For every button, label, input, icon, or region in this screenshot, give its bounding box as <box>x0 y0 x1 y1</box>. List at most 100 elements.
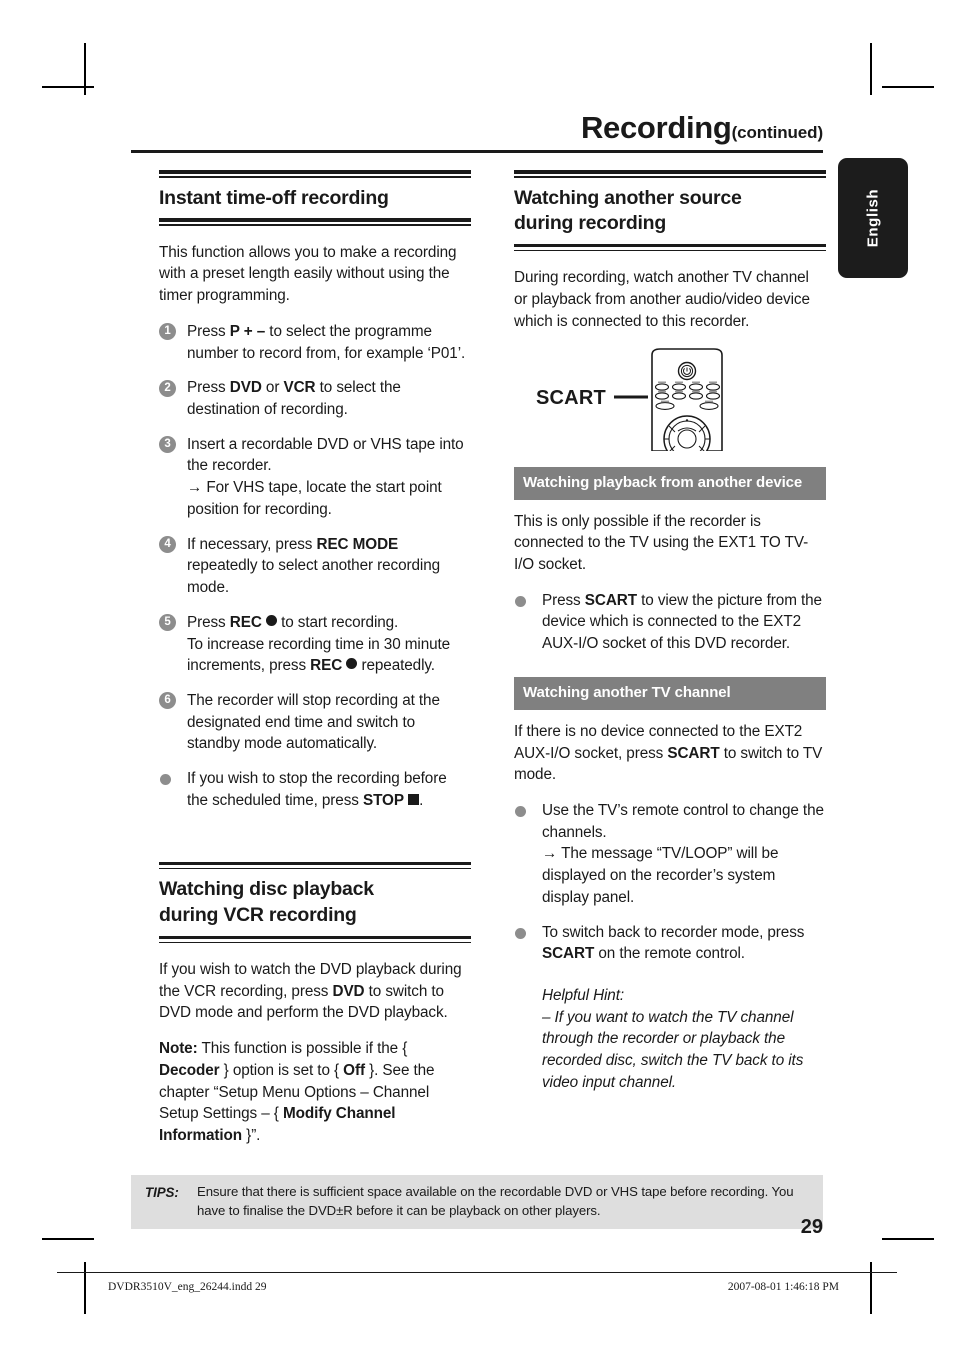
tips-text: Ensure that there is sufficient space av… <box>197 1184 794 1218</box>
step-text-pre: Press <box>187 322 230 340</box>
bullet-item: If you wish to stop the recording before… <box>159 768 471 811</box>
note-label: Note: <box>159 1040 198 1058</box>
step-text-pre: Press <box>187 379 230 397</box>
page-title-rule <box>131 150 823 153</box>
heading-rule-bottom-thin <box>514 249 826 252</box>
step-sub-note: → For VHS tape, locate the start point p… <box>187 477 471 520</box>
heading-rule-bottom-thin <box>159 224 471 226</box>
step-item: 2 Press DVD or VCR to select the destinat… <box>159 377 471 420</box>
heading-line-2: during recording <box>514 212 666 235</box>
step-text-line2-post: repeatedly. <box>357 657 435 675</box>
banner2-body: If there is no device connected to the E… <box>514 721 826 786</box>
banner-watching-another-tv-channel: Watching another TV channel <box>514 676 826 710</box>
heading-instant-time-off-recording: Instant time-off recording <box>159 186 389 209</box>
heading-rule-top-thick <box>159 861 471 866</box>
note-part-2: } option is set to { <box>219 1061 344 1079</box>
step-plus-minus: + – <box>239 322 270 340</box>
step-text-post: repeatedly to select another recording m… <box>187 557 441 597</box>
step-number: 4 <box>159 536 176 554</box>
bullet-sub-note: → The message “TV/LOOP” will be displaye… <box>542 843 826 908</box>
step-item: 4 If necessary, press REC MODE repeatedly… <box>159 534 471 599</box>
heading-rule-top-thick <box>159 170 471 174</box>
step-text-pre: Press <box>187 613 230 631</box>
tips-box: TIPS: Ensure that there is sufficient sp… <box>131 1175 823 1230</box>
heading-rule-bottom-thick <box>159 218 471 222</box>
banner2-bold-scart: SCART <box>667 744 720 762</box>
step-number: 3 <box>159 436 176 454</box>
note-part-4: }”. <box>242 1127 261 1145</box>
bullet-dot-icon <box>515 595 526 607</box>
step-text-mid: or <box>261 379 284 397</box>
section-watching-another-source: Watching another source during recording <box>514 170 826 252</box>
step-text-pre: If necessary, press <box>187 535 317 553</box>
step-item: 6 The recorder will stop recording at the… <box>159 690 471 755</box>
page-title: Recording(continued) <box>131 112 823 143</box>
tips-label: TIPS: <box>145 1185 179 1200</box>
crop-mark-top-left-horizontal <box>42 86 94 88</box>
page-title-main: Recording <box>580 110 732 145</box>
bullet-bold-scart: SCART <box>584 591 637 609</box>
heading-line-2: during VCR recording <box>159 903 357 926</box>
page-title-continued: (continued) <box>731 123 824 142</box>
note-bold-decoder: Decoder <box>159 1061 220 1079</box>
bullet-item: Use the TV’s remote control to change th… <box>514 800 826 909</box>
banner-watching-playback-from-another-device: Watching playback from another device <box>514 466 826 500</box>
arrow-right-icon: → <box>542 845 558 863</box>
step-sub-text: For VHS tape, locate the start point pos… <box>187 479 442 518</box>
disc-playback-paragraph: If you wish to watch the DVD playback du… <box>159 959 471 1024</box>
heading-rule-bottom-thick <box>514 243 826 248</box>
bullet-item: Press SCART to view the picture from the… <box>514 590 826 655</box>
heading-line-1: Watching another source <box>514 186 742 209</box>
crop-mark-bottom-left-horizontal <box>42 1238 94 1240</box>
left-column: Instant time-off recording This function… <box>159 170 471 1147</box>
disc-playback-note: Note: This function is possible if the {… <box>159 1038 471 1147</box>
scart-figure-label: SCART <box>536 386 606 409</box>
step-item: 3 Insert a recordable DVD or VHS tape int… <box>159 434 471 521</box>
note-part-1: This function is possible if the { <box>197 1040 408 1058</box>
step-bold-rec-2: REC <box>310 657 343 675</box>
heading-rule-bottom-thick <box>159 935 471 940</box>
disc-playback-bold-dvd: DVD <box>332 982 365 1000</box>
remote-control-illustration <box>614 347 723 451</box>
step-item: 5 Press REC to start recording. To increas… <box>159 612 471 677</box>
bullet-text-pre: To switch back to recorder mode, press <box>542 923 805 941</box>
step-bold-p: P <box>229 322 240 340</box>
footer-timestamp: 2007-08-01 1:46:18 PM <box>727 1281 839 1293</box>
step-text: Insert a recordable DVD or VHS tape into… <box>187 435 464 475</box>
heading-rule-top-thick <box>514 170 826 174</box>
bullet-text: Use the TV’s remote control to change th… <box>542 801 824 841</box>
watching-source-intro: During recording, watch another TV chann… <box>514 269 810 330</box>
step-bold-rec: REC <box>229 613 262 631</box>
footer-rule <box>57 1272 897 1273</box>
section-instant-time-off-recording: Instant time-off recording <box>159 170 471 226</box>
stop-square-icon <box>408 793 420 805</box>
heading-watching-disc-playback: Watching disc playback during VCR record… <box>159 869 471 935</box>
helpful-hint-text: – If you want to watch the TV channel th… <box>542 1008 804 1091</box>
step-number: 6 <box>159 692 176 710</box>
step-number: 1 <box>159 323 176 341</box>
record-dot-icon <box>265 614 277 626</box>
step-bold-vcr: VCR <box>283 379 316 397</box>
step-number: 5 <box>159 614 176 632</box>
bullet-dot-icon <box>515 927 526 939</box>
arrow-right-icon: → <box>187 479 203 497</box>
right-column: Watching another source during recording… <box>514 170 826 1094</box>
heading-rule-bottom-thin <box>159 941 471 944</box>
language-tab-label: English <box>864 188 882 248</box>
bullet-bold-stop: STOP <box>362 791 404 809</box>
record-dot-icon <box>346 658 358 670</box>
banner1-body: This is only possible if the recorder is… <box>514 512 809 573</box>
crop-mark-top-right-vertical <box>870 43 872 95</box>
step-bold-rec-mode: REC MODE <box>316 535 399 553</box>
helpful-hint: Helpful Hint: – If you want to watch the … <box>514 985 826 1094</box>
scart-remote-figure: SCART <box>514 347 826 451</box>
crop-mark-top-right-horizontal <box>882 86 934 88</box>
step-text-post: to start recording. <box>276 613 399 631</box>
step-number: 2 <box>159 379 176 397</box>
step-text: The recorder will stop recording at the … <box>187 691 440 753</box>
bullet-item: To switch back to recorder mode, press S… <box>514 922 826 965</box>
heading-line-1: Watching disc playback <box>159 878 374 901</box>
footer-filename: DVDR3510V_eng_26244.indd 29 <box>108 1281 267 1293</box>
language-tab-english: English <box>838 158 908 278</box>
bullet-sub-text: The message “TV/LOOP” will be displayed … <box>542 845 779 906</box>
